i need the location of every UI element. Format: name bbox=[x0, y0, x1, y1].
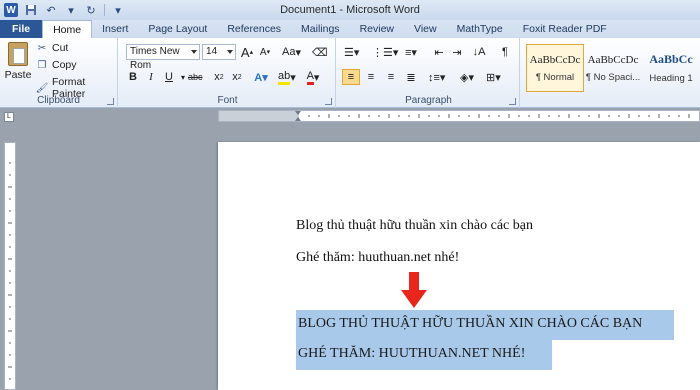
clipboard-group: Paste ✂ Cut ❐ Copy 🖌 Format Painter Clip… bbox=[0, 38, 118, 108]
align-right-icon[interactable]: ≡ bbox=[384, 69, 398, 85]
clipboard-icon bbox=[8, 42, 28, 66]
multilevel-list-icon[interactable]: ≡▾ bbox=[404, 44, 418, 60]
vertical-ruler-ticks bbox=[8, 162, 12, 380]
font-color-icon[interactable]: A ▾ bbox=[306, 69, 320, 85]
style-no-spacing[interactable]: AaBbCcDc ¶ No Spaci... bbox=[584, 44, 642, 92]
justify-icon[interactable]: ≣ bbox=[404, 69, 418, 85]
paragraph-group: ☰▾ ⋮☰▾ ≡▾ ⇤ ⇥ ↓A ¶ ≡ ≡ ≡ ≣ ↕≡▾ ◈▾ ⊞▾ Par… bbox=[338, 38, 520, 108]
tab-mathtype[interactable]: MathType bbox=[447, 20, 513, 38]
font-name-value: Times New Rom bbox=[130, 46, 180, 71]
ribbon-tabs: File Home Insert Page Layout References … bbox=[0, 20, 700, 38]
cut-button[interactable]: ✂ Cut bbox=[36, 42, 69, 54]
down-arrow-icon bbox=[401, 272, 427, 308]
save-icon[interactable] bbox=[24, 3, 38, 17]
line-spacing-icon[interactable]: ↕≡▾ bbox=[428, 69, 445, 85]
align-center-icon[interactable]: ≡ bbox=[364, 69, 378, 85]
cut-label: Cut bbox=[52, 42, 69, 54]
ribbon: Paste ✂ Cut ❐ Copy 🖌 Format Painter Clip… bbox=[0, 38, 700, 108]
style-sample: AaBbCcDc bbox=[587, 53, 639, 66]
document-line-uppercase-1[interactable]: BLOG THỦ THUẬT HỮU THUẦN XIN CHÀO CÁC BẠ… bbox=[298, 316, 642, 332]
document-page[interactable]: Blog thủ thuật hữu thuần xin chào các bạ… bbox=[218, 142, 700, 390]
paragraph-group-label: Paragraph bbox=[405, 95, 452, 106]
font-group: Times New Rom 14 A ▴ A ▾ Aa ▾ ⌫ B I U ▾ abc… bbox=[120, 38, 336, 108]
bullets-icon[interactable]: ☰▾ bbox=[344, 44, 359, 60]
font-size-value: 14 bbox=[206, 46, 218, 57]
decrease-indent-icon[interactable]: ⇤ bbox=[432, 44, 446, 60]
redo-icon[interactable]: ↻ bbox=[84, 3, 98, 17]
italic-button[interactable]: I bbox=[144, 69, 158, 85]
borders-icon[interactable]: ⊞▾ bbox=[486, 69, 501, 85]
horizontal-ruler[interactable] bbox=[218, 110, 700, 122]
tab-page-layout[interactable]: Page Layout bbox=[138, 20, 217, 38]
clear-formatting-icon[interactable]: ⌫ bbox=[312, 44, 328, 60]
font-dialog-launcher[interactable] bbox=[325, 98, 332, 105]
chevron-down-icon bbox=[227, 50, 233, 54]
copy-button[interactable]: ❐ Copy bbox=[36, 59, 77, 71]
style-heading-1[interactable]: AaBbCc Heading 1 bbox=[642, 44, 700, 92]
undo-dropdown-icon[interactable]: ▾ bbox=[64, 3, 78, 17]
undo-icon[interactable]: ↶ bbox=[44, 3, 58, 17]
text-effects-icon[interactable]: A▾ bbox=[254, 69, 268, 85]
vertical-ruler[interactable] bbox=[4, 142, 16, 390]
grow-font-button[interactable]: A ▴ bbox=[240, 44, 254, 60]
tab-mailings[interactable]: Mailings bbox=[291, 20, 350, 38]
tab-review[interactable]: Review bbox=[350, 20, 404, 38]
quick-access-toolbar: W ↶ ▾ ↻ ▾ bbox=[0, 3, 125, 17]
clipboard-group-label: Clipboard bbox=[37, 95, 80, 106]
copy-label: Copy bbox=[52, 59, 77, 71]
word-logo-icon[interactable]: W bbox=[4, 3, 18, 17]
paste-button[interactable]: Paste bbox=[4, 42, 32, 92]
styles-gallery: AaBbCcDc ¶ Normal AaBbCcDc ¶ No Spaci...… bbox=[522, 38, 700, 108]
underline-button[interactable]: U bbox=[162, 69, 176, 85]
bold-button[interactable]: B bbox=[126, 69, 140, 85]
change-case-button[interactable]: Aa ▾ bbox=[282, 44, 301, 60]
customize-qat-icon[interactable]: ▾ bbox=[111, 3, 125, 17]
document-line-2[interactable]: Ghé thăm: huuthuan.net nhé! bbox=[296, 250, 459, 266]
document-line-1[interactable]: Blog thủ thuật hữu thuần xin chào các bạ… bbox=[296, 218, 533, 234]
document-line-uppercase-2[interactable]: GHÉ THĂM: HUUTHUAN.NET NHÉ! bbox=[298, 346, 525, 362]
scissors-icon: ✂ bbox=[37, 42, 47, 54]
tab-foxit-reader-pdf[interactable]: Foxit Reader PDF bbox=[513, 20, 617, 38]
clipboard-dialog-launcher[interactable] bbox=[107, 98, 114, 105]
numbering-icon[interactable]: ⋮☰▾ bbox=[372, 44, 398, 60]
tab-view[interactable]: View bbox=[404, 20, 447, 38]
shrink-font-label: A bbox=[259, 46, 267, 58]
font-group-label: Font bbox=[217, 95, 238, 106]
grow-font-label: A bbox=[240, 44, 250, 60]
shading-icon[interactable]: ◈▾ bbox=[460, 69, 474, 85]
qat-separator bbox=[104, 4, 105, 16]
font-size-dropdown[interactable]: 14 bbox=[202, 44, 236, 60]
tab-file[interactable]: File bbox=[0, 20, 43, 38]
copy-icon: ❐ bbox=[37, 59, 47, 71]
sort-icon[interactable]: ↓A bbox=[472, 44, 486, 60]
tab-selector-icon[interactable]: L bbox=[4, 112, 14, 122]
highlight-color-icon[interactable]: ab ▾ bbox=[278, 69, 296, 85]
tab-references[interactable]: References bbox=[217, 20, 291, 38]
change-case-label: Aa bbox=[282, 46, 296, 58]
strikethrough-button[interactable]: abc bbox=[188, 69, 203, 85]
subscript-button[interactable]: x2 bbox=[212, 69, 226, 85]
tab-home[interactable]: Home bbox=[42, 20, 93, 38]
paintbrush-icon: 🖌 bbox=[35, 82, 49, 94]
chevron-down-icon bbox=[191, 50, 197, 54]
style-name: ¶ No Spaci... bbox=[585, 71, 641, 83]
ruler-ticks bbox=[295, 111, 690, 121]
font-name-dropdown[interactable]: Times New Rom bbox=[126, 44, 200, 71]
style-name: ¶ Normal bbox=[535, 71, 575, 83]
style-sample: AaBbCcDc bbox=[529, 53, 581, 66]
style-name: Heading 1 bbox=[649, 73, 693, 84]
style-sample: AaBbCc bbox=[649, 52, 693, 66]
style-normal[interactable]: AaBbCcDc ¶ Normal bbox=[526, 44, 584, 92]
increase-indent-icon[interactable]: ⇥ bbox=[450, 44, 464, 60]
shrink-font-button[interactable]: A ▾ bbox=[258, 44, 272, 60]
align-left-icon[interactable]: ≡ bbox=[342, 69, 360, 85]
paste-label: Paste bbox=[4, 69, 32, 81]
show-marks-button[interactable]: ¶ bbox=[498, 44, 512, 60]
tab-insert[interactable]: Insert bbox=[92, 20, 138, 38]
paragraph-dialog-launcher[interactable] bbox=[509, 98, 516, 105]
superscript-button[interactable]: x2 bbox=[230, 69, 244, 85]
title-bar: W ↶ ▾ ↻ ▾ Document1 - Microsoft Word bbox=[0, 0, 700, 20]
